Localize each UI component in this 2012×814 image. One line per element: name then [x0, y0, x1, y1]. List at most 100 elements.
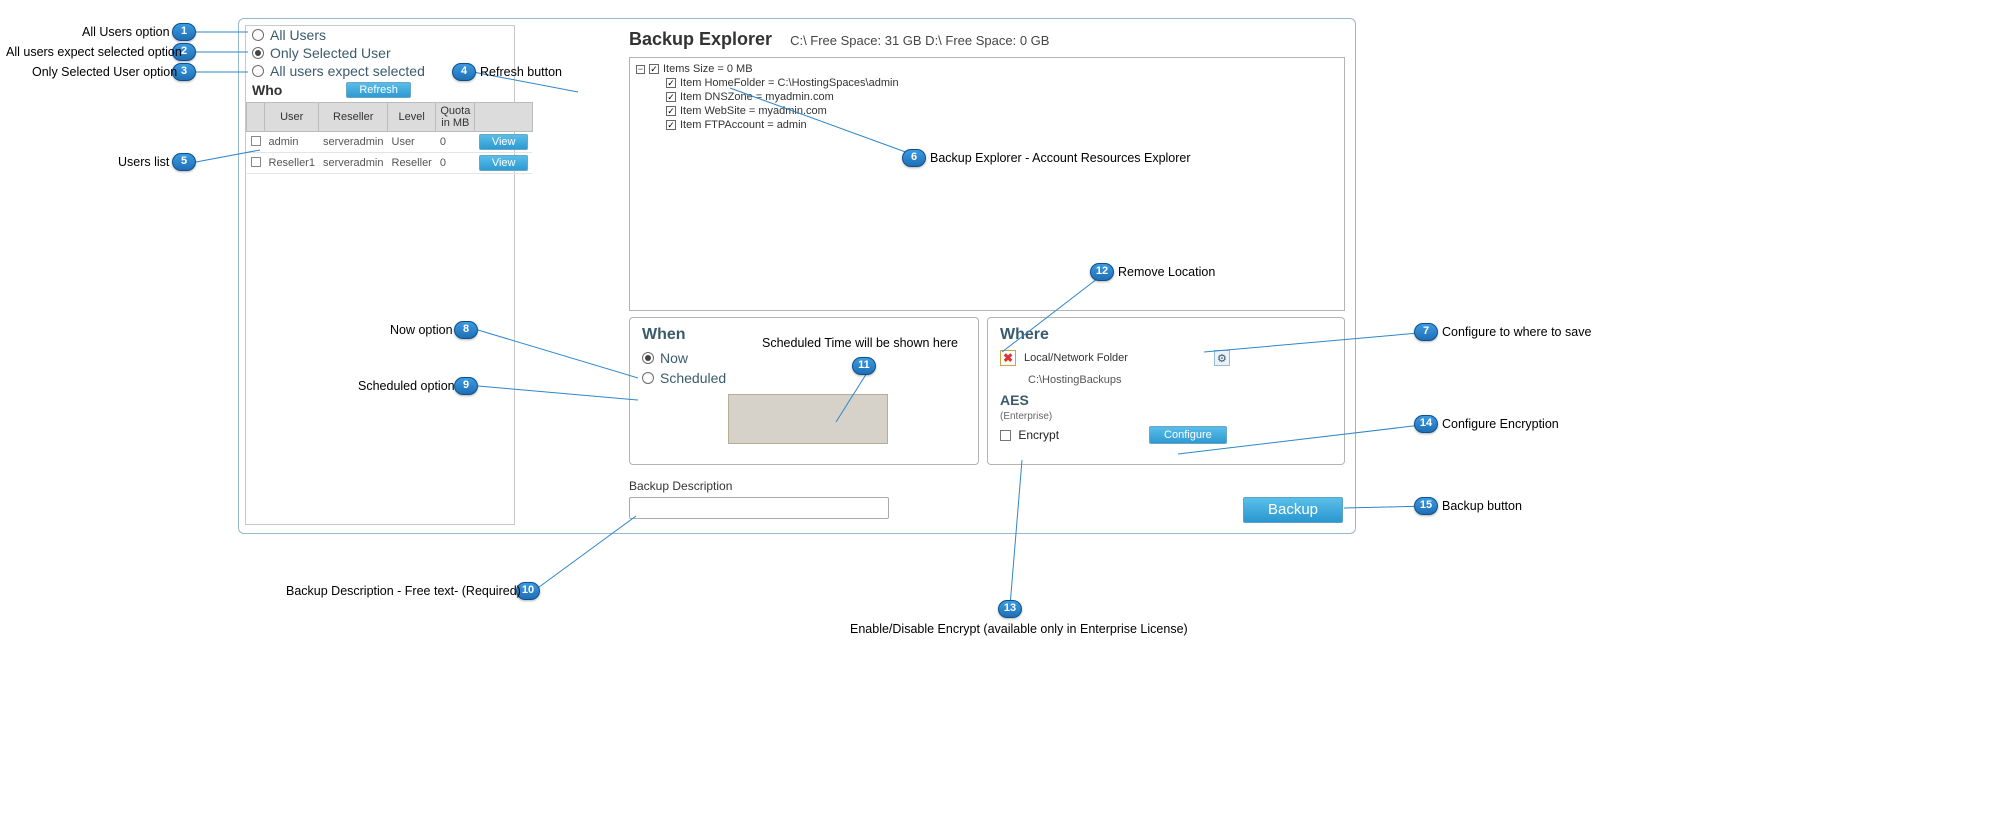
tree-root[interactable]: − Items Size = 0 MB — [636, 62, 1338, 76]
annotation-bubble: 1 — [172, 23, 196, 41]
tree-node[interactable]: Item HomeFolder = C:\HostingSpaces\admin — [636, 76, 1338, 90]
cell-reseller: serveradmin — [319, 153, 388, 174]
tree-node[interactable]: Item FTPAccount = admin — [636, 118, 1338, 132]
col-user: User — [265, 103, 319, 132]
header: Backup Explorer C:\ Free Space: 31 GB D:… — [629, 29, 1049, 50]
description-input[interactable] — [629, 497, 889, 519]
who-title: Who — [252, 82, 282, 98]
location-path: C:\HostingBackups — [1028, 374, 1332, 386]
radio-now-label: Now — [660, 350, 688, 366]
annotation-label: Backup Description - Free text- (Require… — [286, 584, 521, 598]
table-row: Reseller1 serveradmin Reseller 0 View — [247, 153, 533, 174]
annotation-label: Refresh button — [480, 65, 562, 79]
configure-button[interactable]: Configure — [1149, 426, 1227, 444]
scheduled-time-box[interactable] — [728, 394, 888, 444]
annotation-bubble: 9 — [454, 377, 478, 395]
free-space: C:\ Free Space: 31 GB D:\ Free Space: 0 … — [790, 33, 1049, 48]
who-bar: Who Refresh — [246, 80, 514, 102]
tree-node-label: Item HomeFolder = C:\HostingSpaces\admin — [680, 76, 899, 90]
col-level: Level — [388, 103, 436, 132]
tree-node[interactable]: Item WebSite = myadmin.com — [636, 104, 1338, 118]
tree-checkbox[interactable] — [666, 92, 676, 102]
annotation-label: All users expect selected option — [6, 45, 182, 59]
row-checkbox[interactable] — [251, 136, 261, 146]
annotation-bubble: 4 — [452, 63, 476, 81]
radio-all-users-label: All Users — [270, 27, 326, 43]
encrypt-checkbox[interactable] — [1000, 430, 1011, 441]
annotation-bubble: 12 — [1090, 263, 1114, 281]
encrypt-toggle[interactable]: Encrypt — [1000, 428, 1059, 442]
tree-checkbox[interactable] — [666, 106, 676, 116]
annotation-label: Configure Encryption — [1442, 417, 1559, 431]
annotation-label: Scheduled option — [358, 379, 455, 393]
annotation-bubble: 6 — [902, 149, 926, 167]
cell-quota: 0 — [436, 132, 475, 153]
tree-node-label: Item WebSite = myadmin.com — [680, 104, 827, 118]
annotation-bubble: 14 — [1414, 415, 1438, 433]
radio-icon — [252, 65, 264, 77]
users-table: User Reseller Level Quota in MB admin se… — [246, 102, 533, 174]
annotation-bubble: 8 — [454, 321, 478, 339]
col-quota: Quota in MB — [436, 103, 475, 132]
cell-quota: 0 — [436, 153, 475, 174]
annotation-label: Backup button — [1442, 499, 1522, 513]
location-label: Local/Network Folder — [1024, 352, 1128, 364]
radio-except-selected-label: All users expect selected — [270, 63, 425, 79]
encrypt-label: Encrypt — [1018, 428, 1059, 442]
annotation-bubble: 13 — [998, 600, 1022, 618]
aes-title: AES — [1000, 392, 1029, 408]
where-panel: Where ✖ Local/Network Folder ⚙ C:\Hostin… — [987, 317, 1345, 465]
radio-icon — [252, 29, 264, 41]
annotation-label: Backup Explorer - Account Resources Expl… — [930, 151, 1191, 165]
radio-only-selected[interactable]: Only Selected User — [246, 44, 514, 62]
tree-checkbox[interactable] — [666, 78, 676, 88]
cell-reseller: serveradmin — [319, 132, 388, 153]
annotation-label: Remove Location — [1118, 265, 1215, 279]
radio-now[interactable]: Now — [642, 350, 966, 366]
view-button[interactable]: View — [479, 155, 529, 171]
radio-all-users[interactable]: All Users — [246, 26, 514, 44]
annotation-label: Scheduled Time will be shown here — [762, 336, 958, 350]
tree-root-label: Items Size = 0 MB — [663, 62, 753, 76]
cell-user: Reseller1 — [265, 153, 319, 174]
backup-explorer[interactable]: − Items Size = 0 MB Item HomeFolder = C:… — [629, 57, 1345, 311]
annotation-label: Now option — [390, 323, 453, 337]
collapse-icon[interactable]: − — [636, 65, 645, 74]
radio-icon — [642, 372, 654, 384]
radio-icon-selected — [642, 352, 654, 364]
radio-only-selected-label: Only Selected User — [270, 45, 391, 61]
refresh-button[interactable]: Refresh — [346, 82, 411, 98]
tree-checkbox[interactable] — [666, 120, 676, 130]
where-title: Where — [1000, 326, 1332, 344]
backup-button[interactable]: Backup — [1243, 497, 1343, 523]
description-label: Backup Description — [629, 479, 732, 493]
annotation-label: Configure to where to save — [1442, 325, 1591, 339]
gear-icon[interactable]: ⚙ — [1214, 350, 1230, 366]
tree-node-label: Item FTPAccount = admin — [680, 118, 807, 132]
radio-icon-selected — [252, 47, 264, 59]
view-button[interactable]: View — [479, 134, 529, 150]
annotation-bubble: 7 — [1414, 323, 1438, 341]
radio-scheduled-label: Scheduled — [660, 370, 726, 386]
left-column: All Users Only Selected User All users e… — [245, 25, 515, 525]
annotation-bubble: 11 — [852, 357, 876, 375]
annotation-bubble: 5 — [172, 153, 196, 171]
annotation-label: Only Selected User option — [32, 65, 177, 79]
annotation-label: Enable/Disable Encrypt (available only i… — [850, 622, 1188, 636]
cell-level: User — [388, 132, 436, 153]
col-reseller: Reseller — [319, 103, 388, 132]
table-row: admin serveradmin User 0 View — [247, 132, 533, 153]
tree-node[interactable]: Item DNSZone = myadmin.com — [636, 90, 1338, 104]
row-checkbox[interactable] — [251, 157, 261, 167]
page-title: Backup Explorer — [629, 29, 772, 50]
aes-subtitle: (Enterprise) — [1000, 411, 1052, 422]
cell-level: Reseller — [388, 153, 436, 174]
tree-node-label: Item DNSZone = myadmin.com — [680, 90, 834, 104]
remove-location-icon[interactable]: ✖ — [1000, 350, 1016, 366]
cell-user: admin — [265, 132, 319, 153]
radio-scheduled[interactable]: Scheduled — [642, 370, 966, 386]
annotation-label: Users list — [118, 155, 169, 169]
annotation-label: All Users option — [82, 25, 170, 39]
annotation-bubble: 15 — [1414, 497, 1438, 515]
tree-checkbox[interactable] — [649, 64, 659, 74]
